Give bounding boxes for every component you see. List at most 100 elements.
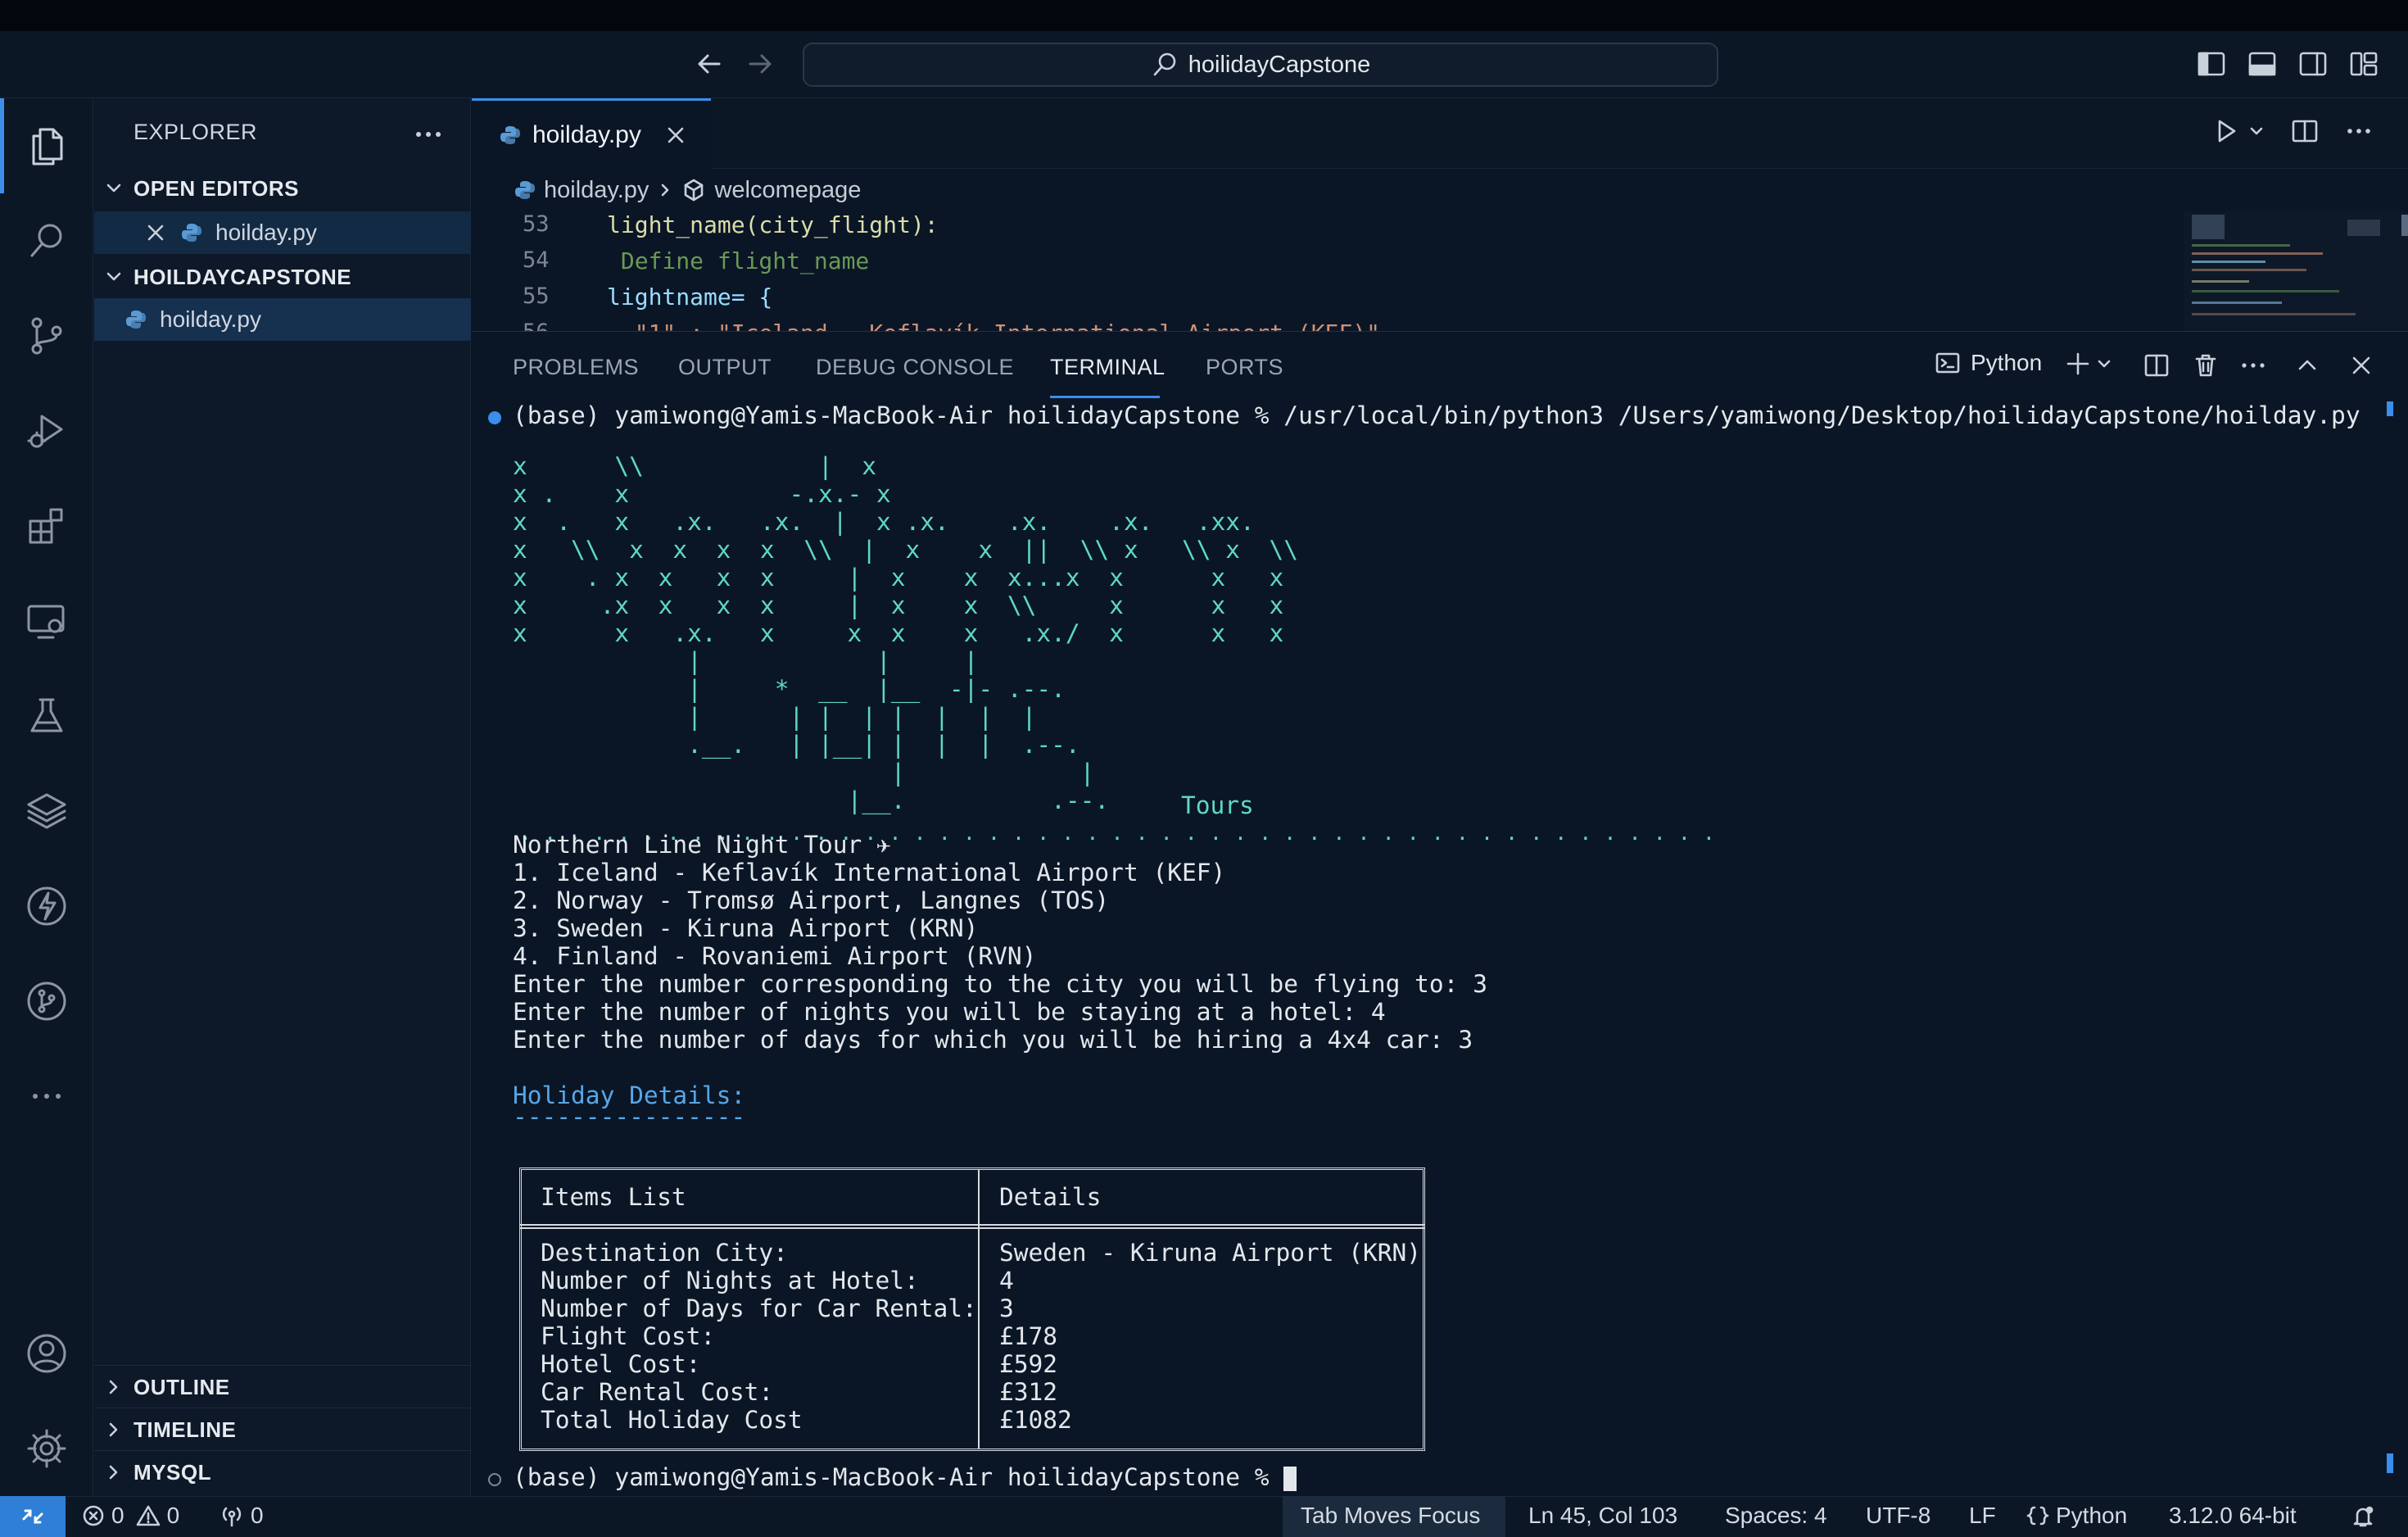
chevron-down-icon [2098, 360, 2111, 368]
command-center-search[interactable]: hoilidayCapstone [803, 43, 1718, 87]
ascii-art-line: x \\ | x [513, 452, 877, 480]
menu-item: 2. Norway - Tromsø Airport, Langnes (TOS… [513, 886, 1110, 914]
explorer-activity[interactable] [0, 98, 93, 193]
files-icon [32, 128, 63, 165]
breadcrumb-symbol[interactable]: welcomepage [714, 177, 861, 204]
activity-bar [0, 98, 93, 1496]
ports-count: 0 [251, 1503, 264, 1528]
remote-indicator[interactable] [0, 1496, 66, 1537]
terminal-shell-selector[interactable]: Python [1935, 350, 2042, 376]
tab-problems[interactable]: PROBLEMS [513, 355, 639, 380]
editor-tabs-bar [472, 98, 2408, 169]
layers-activity[interactable] [0, 764, 93, 859]
table-cell: £1082 [999, 1406, 1072, 1434]
ascii-art-line: | | [513, 759, 1095, 787]
toggle-panel-icon[interactable] [2246, 48, 2279, 80]
line-number: 56 [523, 320, 588, 331]
tab-moves-focus[interactable]: Tab Moves Focus [1301, 1503, 1480, 1529]
command-pending-dot [488, 1473, 501, 1486]
notifications-bell-icon[interactable] [2351, 1504, 2375, 1529]
table-cell: 4 [999, 1267, 1014, 1294]
testing-activity[interactable] [0, 669, 93, 764]
project-filename: hoilday.py [160, 306, 262, 332]
breadcrumb-file[interactable]: hoilday.py [544, 177, 649, 204]
project-file-item[interactable]: hoilday.py [94, 298, 471, 341]
ascii-art-line: | | | | | | | | [513, 703, 1037, 731]
panel-header: PROBLEMS OUTPUT DEBUG CONSOLE TERMINAL P… [472, 331, 2408, 401]
toggle-secondary-sidebar-icon[interactable] [2297, 48, 2329, 80]
run-debug-activity[interactable] [0, 383, 93, 478]
accounts-activity[interactable] [0, 1306, 93, 1401]
remote-explorer-activity[interactable] [0, 574, 93, 669]
more-activities[interactable] [0, 1049, 93, 1144]
end-of-line[interactable]: LF [1969, 1503, 1996, 1529]
ports-status[interactable]: 0 [220, 1503, 264, 1529]
extensions-icon [29, 508, 63, 544]
layers-icon [27, 793, 66, 829]
scrollbar-top-marker [2387, 401, 2393, 416]
ascii-tours-label: Tours [1181, 791, 1254, 819]
open-editor-item[interactable]: hoilday.py [94, 211, 471, 254]
code-line: "1" : "Iceland - Keflavík International … [607, 320, 1380, 331]
trash-icon[interactable] [2192, 351, 2220, 379]
encoding[interactable]: UTF-8 [1866, 1503, 1930, 1529]
source-control-icon [31, 317, 62, 355]
more-dots-icon[interactable] [2344, 116, 2374, 146]
ascii-art-line: .__. | |__| | | | .--. [513, 731, 1080, 759]
braces-icon [2026, 1506, 2049, 1526]
maximize-panel-icon[interactable] [2293, 351, 2321, 379]
split-terminal-icon[interactable] [2143, 351, 2170, 379]
tab-terminal[interactable]: TERMINAL [1050, 355, 1166, 380]
manage-activity[interactable] [0, 1401, 93, 1496]
tab-output[interactable]: OUTPUT [678, 355, 772, 380]
timeline-section[interactable]: TIMELINE [94, 1408, 471, 1451]
python-file-icon [500, 125, 520, 144]
problems-status[interactable]: 0 0 [82, 1503, 179, 1529]
close-icon[interactable] [664, 124, 687, 147]
split-editor-icon[interactable] [2290, 116, 2320, 146]
back-arrow-icon[interactable] [693, 48, 726, 84]
open-editors-label: OPEN EDITORS [134, 175, 300, 201]
git-graph-activity[interactable] [0, 954, 93, 1049]
forward-arrow-icon[interactable] [744, 48, 776, 84]
customize-layout-icon[interactable] [2347, 48, 2380, 80]
new-terminal-button[interactable] [2064, 350, 2113, 378]
project-folder-section[interactable]: HOILDAYCAPSTONE [94, 256, 471, 298]
tab-debug-console[interactable]: DEBUG CONSOLE [816, 355, 1014, 380]
tab-ports[interactable]: PORTS [1206, 355, 1283, 380]
search-text: hoilidayCapstone [1188, 51, 1371, 78]
table-cell: Total Holiday Cost [541, 1406, 803, 1434]
sidebar-title: EXPLORER [134, 120, 258, 144]
sidebar-more-actions[interactable] [412, 118, 445, 155]
language-mode[interactable]: Python [2026, 1503, 2127, 1529]
run-python-button[interactable] [2211, 116, 2265, 146]
outline-section[interactable]: OUTLINE [94, 1365, 471, 1408]
terminal-icon [1935, 352, 1960, 374]
table-cell: Flight Cost: [541, 1322, 716, 1350]
lightning-activity[interactable] [0, 859, 93, 954]
close-panel-icon[interactable] [2347, 351, 2375, 379]
toggle-primary-sidebar-icon[interactable] [2195, 48, 2228, 80]
code-editor[interactable]: 53 light_name(city_flight): 54 Define fl… [472, 211, 2184, 331]
mysql-section[interactable]: MYSQL [94, 1450, 471, 1494]
more-dots-icon[interactable] [2239, 351, 2267, 379]
cursor-block [1283, 1466, 1297, 1491]
search-activity[interactable] [0, 193, 93, 288]
python-interpreter[interactable]: 3.12.0 64-bit [2169, 1503, 2297, 1529]
scrollbar-bottom-marker[interactable] [2387, 1453, 2393, 1473]
indentation[interactable]: Spaces: 4 [1725, 1503, 1827, 1529]
run-debug-icon [27, 415, 63, 448]
symbol-method-icon [685, 179, 704, 202]
open-editors-section[interactable]: OPEN EDITORS [94, 167, 471, 210]
close-icon[interactable] [145, 222, 166, 243]
table-cell: 3 [999, 1294, 1014, 1322]
minimap[interactable] [2184, 211, 2408, 331]
editor-tab-active[interactable]: hoilday.py [472, 98, 711, 169]
menu-item: 1. Iceland - Keflavík International Airp… [513, 859, 1226, 886]
table-header: Details [999, 1183, 1102, 1211]
cursor-position[interactable]: Ln 45, Col 103 [1528, 1503, 1677, 1529]
extensions-activity[interactable] [0, 478, 93, 574]
source-control-activity[interactable] [0, 288, 93, 383]
input-prompt: Enter the number corresponding to the ci… [513, 970, 1487, 998]
ascii-art-logo: x \\ | x x . x -.x.- x x . x .x. .x. | x… [513, 452, 1298, 814]
